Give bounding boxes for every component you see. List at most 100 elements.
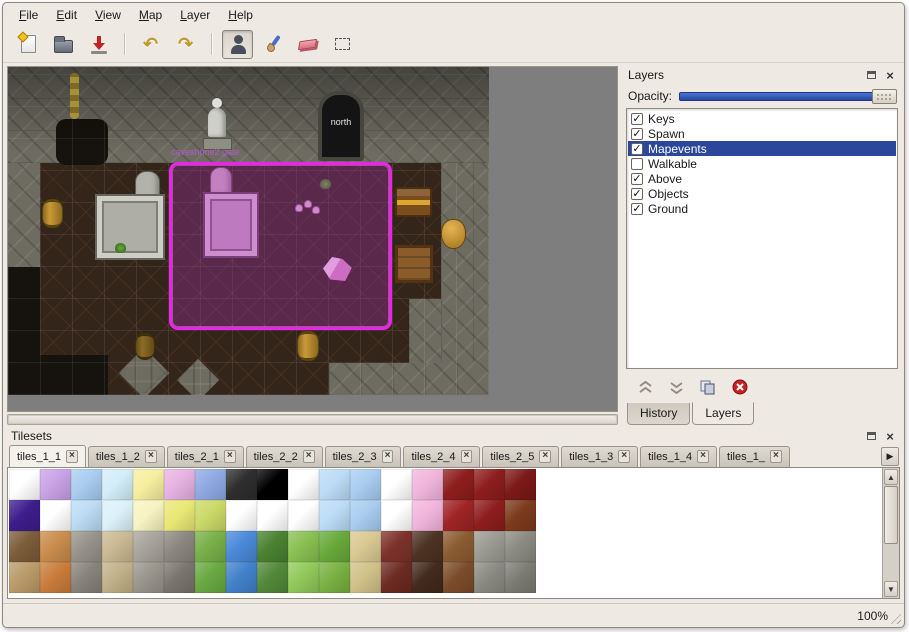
tab-close-icon[interactable]: × <box>224 450 236 463</box>
tile-1-15[interactable] <box>474 500 505 531</box>
tab-close-icon[interactable]: × <box>66 450 78 463</box>
tile-2-14[interactable] <box>443 531 474 562</box>
tile-2-2[interactable] <box>71 531 102 562</box>
tile-2-1[interactable] <box>40 531 71 562</box>
tile-3-6[interactable] <box>195 562 226 593</box>
tileset-tab-tiles_1_1[interactable]: tiles_1_1× <box>9 445 86 467</box>
tab-scroll-right-button[interactable]: ▶ <box>881 447 899 466</box>
layer-row-keys[interactable]: ✓Keys <box>628 111 896 126</box>
tile-1-9[interactable] <box>288 500 319 531</box>
opacity-slider-handle[interactable] <box>872 89 897 104</box>
tile-0-0[interactable] <box>9 469 40 500</box>
layer-row-ground[interactable]: ✓Ground <box>628 201 896 216</box>
layer-row-above[interactable]: ✓Above <box>628 171 896 186</box>
tileset-tab-tiles_2_3[interactable]: tiles_2_3× <box>325 446 402 467</box>
map-canvas[interactable]: north caveshri <box>8 67 489 395</box>
save-file-button[interactable] <box>83 30 114 59</box>
tileset-tab-tiles_1_[interactable]: tiles_1_× <box>719 446 790 467</box>
tile-0-13[interactable] <box>412 469 443 500</box>
tab-close-icon[interactable]: × <box>303 450 315 463</box>
layer-checkbox[interactable] <box>631 158 643 170</box>
tile-0-8[interactable] <box>257 469 288 500</box>
tile-1-14[interactable] <box>443 500 474 531</box>
tile-0-4[interactable] <box>133 469 164 500</box>
tile-2-13[interactable] <box>412 531 443 562</box>
dock-close-button[interactable]: × <box>882 68 898 83</box>
tile-0-2[interactable] <box>71 469 102 500</box>
move-layer-up-button[interactable] <box>638 381 653 394</box>
tile-0-6[interactable] <box>195 469 226 500</box>
scrollbar-thumb[interactable] <box>884 486 898 544</box>
resize-grip[interactable] <box>888 611 901 624</box>
menu-layer[interactable]: Layer <box>172 5 218 25</box>
tile-3-12[interactable] <box>381 562 412 593</box>
dock-tab-layers[interactable]: Layers <box>692 402 754 425</box>
menu-view[interactable]: View <box>87 5 129 25</box>
scroll-down-button[interactable]: ▼ <box>884 581 898 597</box>
tileset-tab-tiles_2_1[interactable]: tiles_2_1× <box>167 446 244 467</box>
dock-float-button[interactable] <box>863 429 879 444</box>
dock-tab-history[interactable]: History <box>627 403 690 425</box>
layer-checkbox[interactable]: ✓ <box>631 173 643 185</box>
layer-row-walkable[interactable]: Walkable <box>628 156 896 171</box>
tab-close-icon[interactable]: × <box>539 450 551 463</box>
tile-3-3[interactable] <box>102 562 133 593</box>
tileset-tab-tiles_1_3[interactable]: tiles_1_3× <box>561 446 638 467</box>
new-file-button[interactable] <box>13 30 44 59</box>
tile-1-12[interactable] <box>381 500 412 531</box>
menu-file[interactable]: File <box>11 5 46 25</box>
tile-3-13[interactable] <box>412 562 443 593</box>
dock-float-button[interactable] <box>863 68 879 83</box>
tile-0-3[interactable] <box>102 469 133 500</box>
tileset-tab-tiles_2_4[interactable]: tiles_2_4× <box>403 446 480 467</box>
duplicate-layer-button[interactable] <box>700 380 716 395</box>
tileset-tab-tiles_1_2[interactable]: tiles_1_2× <box>88 446 165 467</box>
tile-0-15[interactable] <box>474 469 505 500</box>
tile-0-1[interactable] <box>40 469 71 500</box>
tile-1-6[interactable] <box>195 500 226 531</box>
tile-3-7[interactable] <box>226 562 257 593</box>
selection-rectangle[interactable] <box>169 162 392 330</box>
tile-3-11[interactable] <box>350 562 381 593</box>
tile-1-7[interactable] <box>226 500 257 531</box>
tab-close-icon[interactable]: × <box>770 450 782 463</box>
tile-2-5[interactable] <box>164 531 195 562</box>
tile-2-7[interactable] <box>226 531 257 562</box>
tile-3-4[interactable] <box>133 562 164 593</box>
tile-0-11[interactable] <box>350 469 381 500</box>
tile-0-5[interactable] <box>164 469 195 500</box>
tile-2-10[interactable] <box>319 531 350 562</box>
tab-close-icon[interactable]: × <box>461 450 473 463</box>
tab-close-icon[interactable]: × <box>618 450 630 463</box>
tile-2-9[interactable] <box>288 531 319 562</box>
move-layer-down-button[interactable] <box>669 381 684 394</box>
undo-button[interactable]: ↶ <box>135 30 166 59</box>
tile-3-8[interactable] <box>257 562 288 593</box>
tile-2-8[interactable] <box>257 531 288 562</box>
tile-2-16[interactable] <box>505 531 536 562</box>
tile-1-4[interactable] <box>133 500 164 531</box>
tab-close-icon[interactable]: × <box>145 450 157 463</box>
tile-2-6[interactable] <box>195 531 226 562</box>
character-tool-button[interactable] <box>222 30 253 59</box>
tile-2-11[interactable] <box>350 531 381 562</box>
tile-3-10[interactable] <box>319 562 350 593</box>
menu-edit[interactable]: Edit <box>48 5 85 25</box>
tile-3-9[interactable] <box>288 562 319 593</box>
tile-3-1[interactable] <box>40 562 71 593</box>
tile-2-3[interactable] <box>102 531 133 562</box>
tileset-tab-tiles_2_5[interactable]: tiles_2_5× <box>482 446 559 467</box>
layer-checkbox[interactable]: ✓ <box>631 113 643 125</box>
tile-1-10[interactable] <box>319 500 350 531</box>
redo-button[interactable]: ↷ <box>170 30 201 59</box>
tileset-content[interactable]: ▲ ▼ <box>7 467 900 599</box>
scroll-up-button[interactable]: ▲ <box>884 469 898 485</box>
tile-2-0[interactable] <box>9 531 40 562</box>
tile-1-3[interactable] <box>102 500 133 531</box>
tileset-tab-tiles_1_4[interactable]: tiles_1_4× <box>640 446 717 467</box>
layer-checkbox[interactable]: ✓ <box>631 203 643 215</box>
tile-0-14[interactable] <box>443 469 474 500</box>
tile-1-2[interactable] <box>71 500 102 531</box>
tile-3-16[interactable] <box>505 562 536 593</box>
dock-close-button[interactable]: × <box>882 429 898 444</box>
